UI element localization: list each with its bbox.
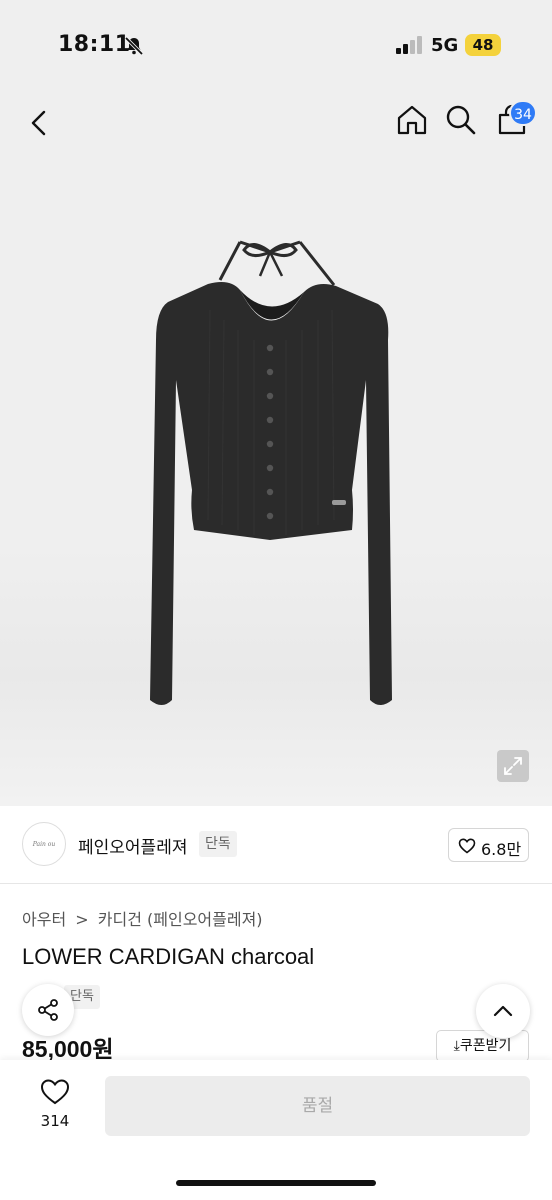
exclusive-badge: 단독 bbox=[199, 831, 237, 857]
brand-row: Pain ou plaisir 페인오어플레져 단독 6.8만 bbox=[0, 806, 552, 884]
bell-off-icon bbox=[124, 36, 144, 56]
brand-name[interactable]: 페인오어플레져 bbox=[78, 833, 187, 858]
wishlist-count: 314 bbox=[40, 1112, 70, 1130]
network-type: 5G bbox=[431, 35, 459, 56]
expand-image-button[interactable] bbox=[497, 750, 529, 782]
scroll-top-button[interactable] bbox=[476, 984, 530, 1038]
breadcrumb-separator: > bbox=[75, 910, 89, 929]
brand-like-count: 6.8만 bbox=[481, 840, 522, 859]
brand-like-button[interactable]: 6.8만 bbox=[448, 828, 529, 862]
nav-bar bbox=[0, 90, 552, 160]
home-icon[interactable] bbox=[394, 102, 430, 138]
battery-indicator: 48 bbox=[465, 34, 501, 56]
share-button[interactable] bbox=[22, 984, 74, 1036]
search-icon[interactable] bbox=[443, 102, 479, 138]
wishlist-button[interactable]: 314 bbox=[30, 1078, 80, 1138]
breadcrumb: 아우터 > 카디건 (페인오어플레져) bbox=[22, 906, 267, 930]
home-indicator bbox=[176, 1180, 376, 1186]
product-price: 85,000원 bbox=[22, 1036, 114, 1062]
brand-logo[interactable]: Pain ou plaisir bbox=[22, 822, 66, 866]
cart-count-badge: 34 bbox=[509, 100, 537, 126]
bottom-bar: 314 품절 bbox=[0, 1060, 552, 1200]
heart-icon bbox=[40, 1079, 70, 1105]
product-title: LOWER CARDIGAN charcoal bbox=[22, 944, 315, 969]
cardigan-image bbox=[150, 240, 392, 705]
chevron-up-icon bbox=[493, 1005, 513, 1017]
sold-out-button[interactable]: 품절 bbox=[105, 1076, 530, 1136]
breadcrumb-subcategory[interactable]: 카디건 (페인오어플레져) bbox=[98, 910, 263, 929]
heart-icon bbox=[458, 838, 476, 854]
breadcrumb-category[interactable]: 아우터 bbox=[22, 910, 66, 929]
product-image[interactable] bbox=[0, 160, 552, 806]
status-time: 18:11 bbox=[58, 32, 131, 57]
share-icon bbox=[38, 999, 58, 1021]
expand-icon bbox=[504, 757, 522, 775]
status-bar: 18:11 5G 48 bbox=[0, 0, 552, 90]
signal-icon bbox=[396, 36, 422, 54]
back-icon[interactable] bbox=[22, 106, 56, 140]
